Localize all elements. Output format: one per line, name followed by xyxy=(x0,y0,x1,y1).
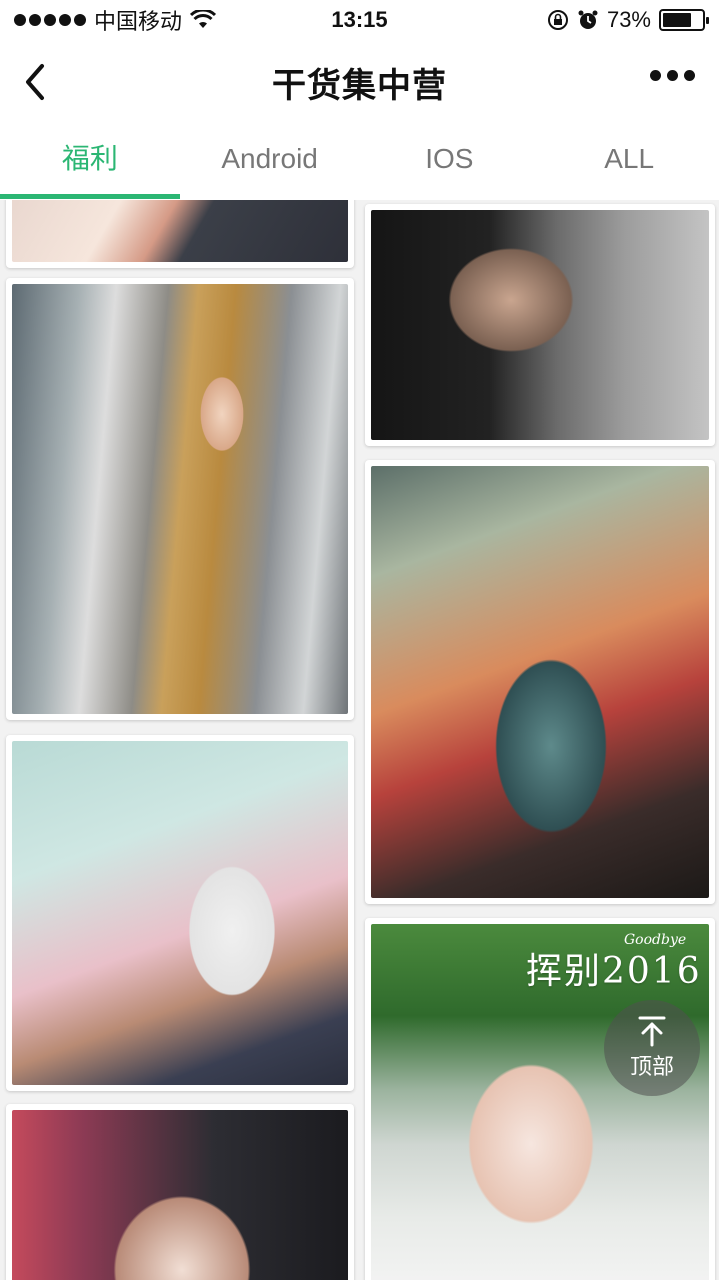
photo-overlay-text: 挥别2016 xyxy=(526,951,702,992)
status-right: 73% xyxy=(547,7,709,33)
photo-image xyxy=(12,200,348,262)
photo-feed[interactable]: Goodbye 挥别2016 xyxy=(0,200,719,1280)
photo-card[interactable]: Goodbye 挥别2016 xyxy=(365,918,715,1280)
more-dot-icon xyxy=(667,70,678,81)
nav-header: 干货集中营 xyxy=(0,40,719,124)
wifi-icon xyxy=(190,10,217,28)
photo-image xyxy=(12,1110,348,1280)
more-dot-icon xyxy=(684,70,695,81)
rotation-lock-icon xyxy=(547,10,568,30)
photo-card[interactable] xyxy=(6,278,354,720)
tab-ios[interactable]: IOS xyxy=(360,124,540,200)
signal-icon xyxy=(14,14,86,26)
category-tabs: 福利 Android IOS ALL xyxy=(0,124,719,200)
tab-indicator xyxy=(0,194,180,199)
photo-card[interactable] xyxy=(365,460,715,904)
photo-image xyxy=(12,741,348,1085)
tab-welfare[interactable]: 福利 xyxy=(0,124,180,200)
status-left: 中国移动 xyxy=(14,4,547,36)
battery-icon xyxy=(659,9,709,31)
back-to-top-label: 顶部 xyxy=(629,1054,674,1079)
more-options-button[interactable] xyxy=(650,70,695,81)
alarm-icon xyxy=(578,10,598,29)
photo-image xyxy=(12,284,348,714)
tab-android[interactable]: Android xyxy=(180,124,360,200)
page-title: 干货集中营 xyxy=(272,66,447,105)
back-button[interactable] xyxy=(18,60,58,104)
status-bar: 中国移动 13:15 73% xyxy=(0,0,719,40)
battery-percent: 73% xyxy=(606,7,651,32)
photo-image xyxy=(371,466,709,898)
photo-image: Goodbye 挥别2016 xyxy=(371,924,709,1280)
battery-level xyxy=(663,13,691,27)
photo-card[interactable] xyxy=(6,1104,354,1280)
more-dot-icon xyxy=(650,70,661,81)
chevron-left-icon xyxy=(26,64,44,100)
back-to-top-button[interactable]: 顶部 xyxy=(604,1000,700,1096)
arrow-up-icon xyxy=(638,1016,666,1047)
photo-card[interactable] xyxy=(365,204,715,446)
carrier-name: 中国移动 xyxy=(94,9,183,34)
tab-all[interactable]: ALL xyxy=(539,124,719,200)
photo-card[interactable] xyxy=(6,200,354,268)
photo-image xyxy=(371,210,709,440)
photo-card[interactable] xyxy=(6,735,354,1091)
